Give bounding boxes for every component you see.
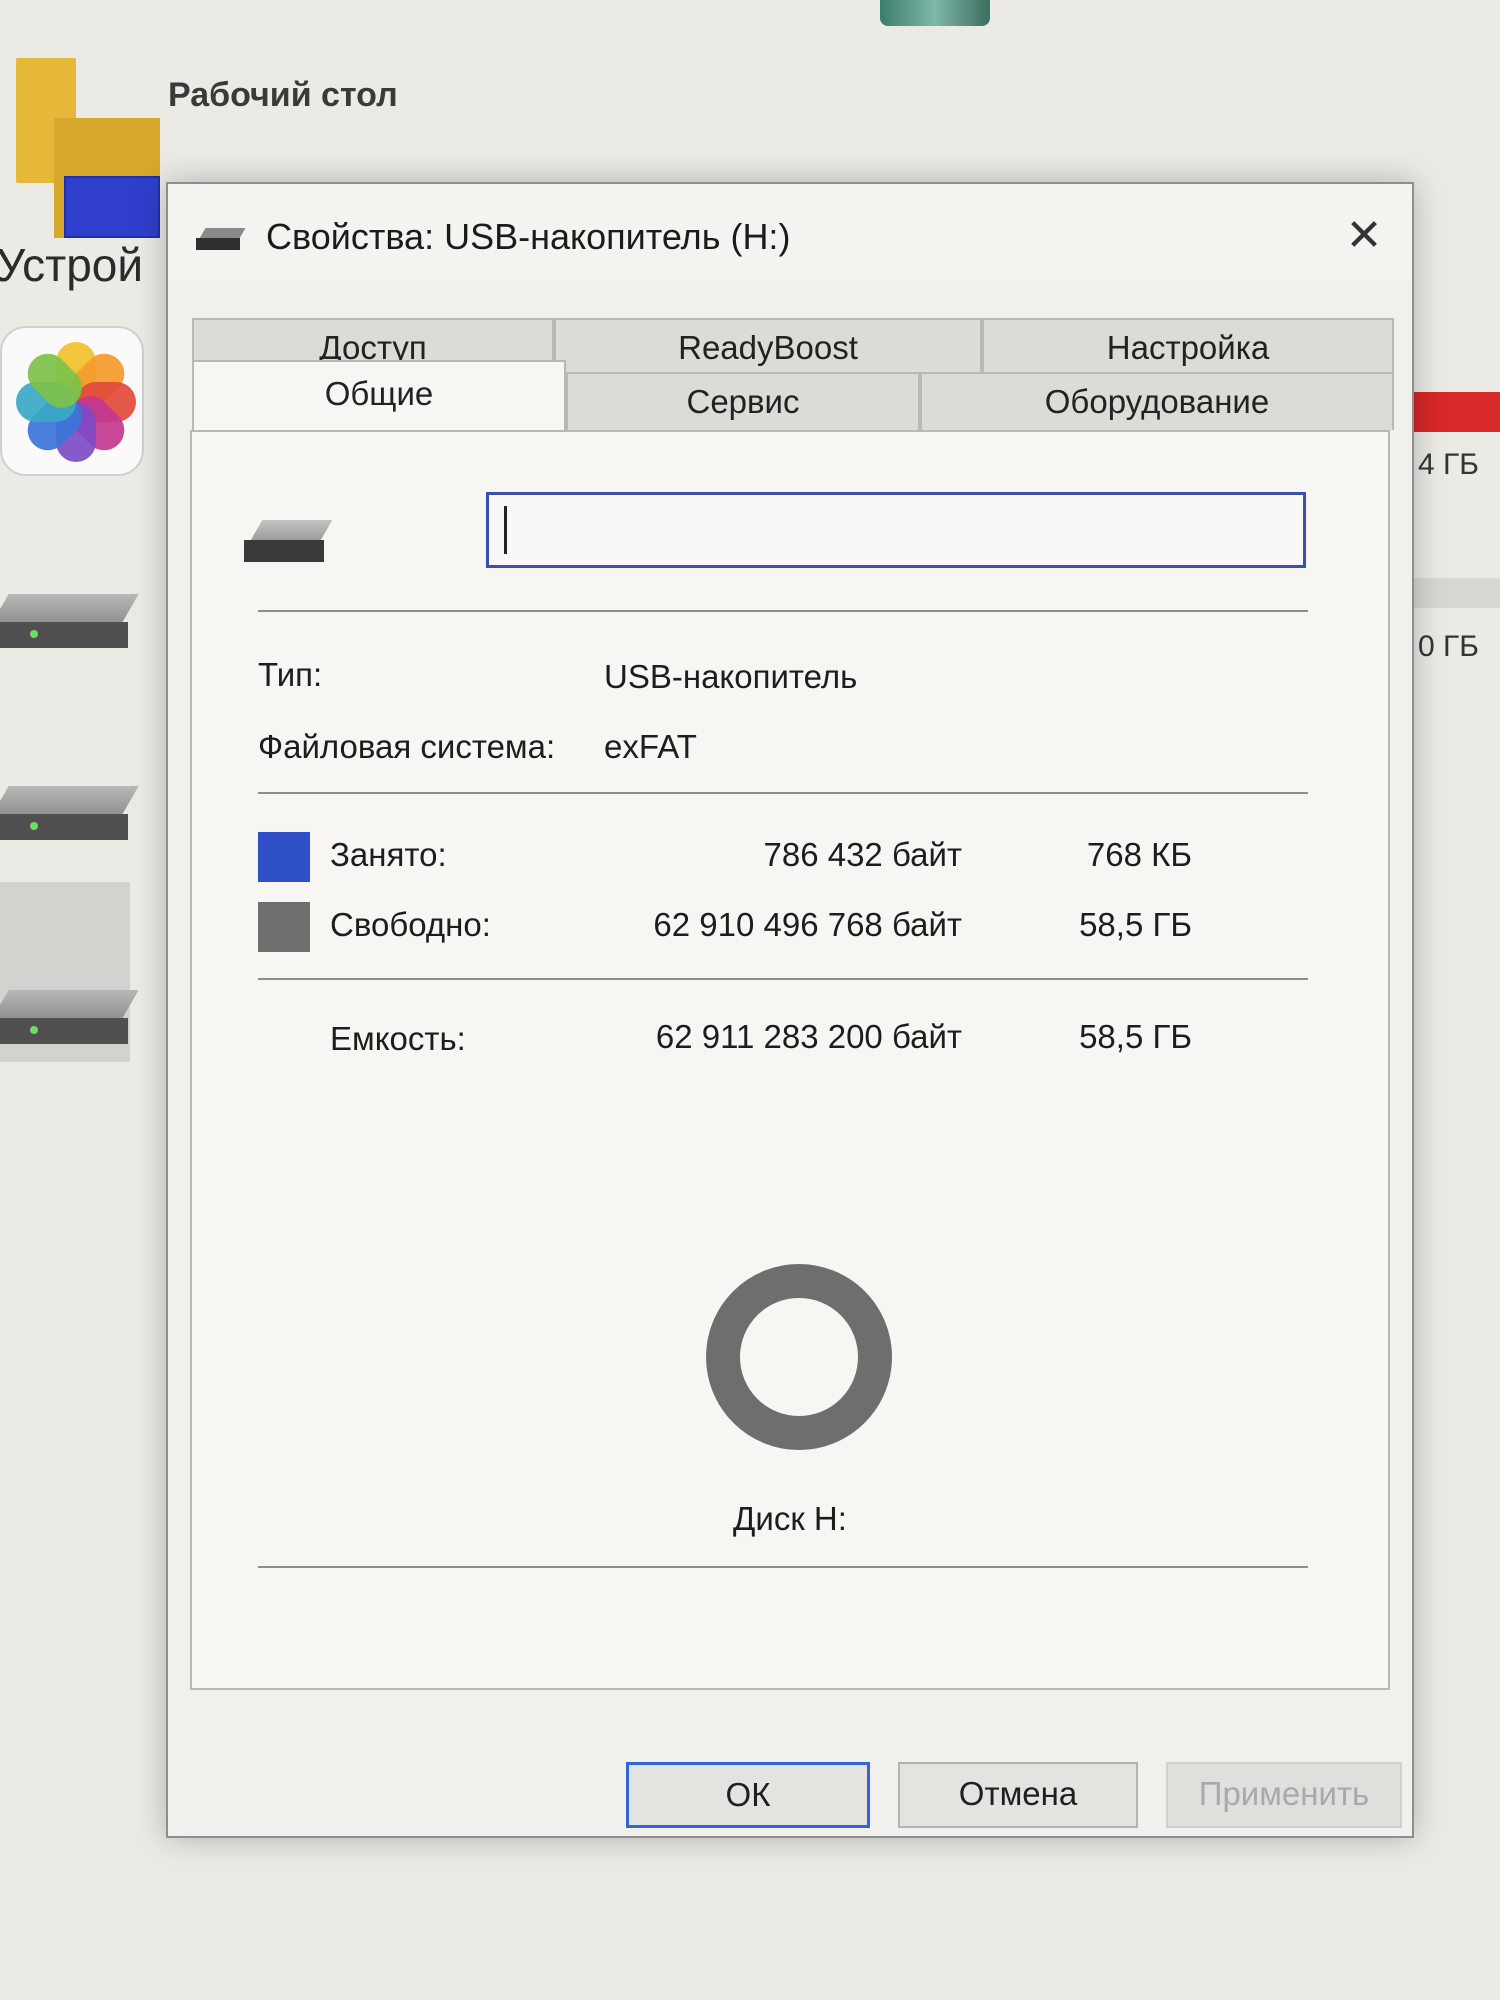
general-tab-panel: Тип: USB-накопитель Файловая система: ex… bbox=[190, 430, 1390, 1690]
filesystem-value: exFAT bbox=[604, 728, 697, 765]
ok-button[interactable]: ОК bbox=[626, 1762, 870, 1828]
drive-size-text: 0 ГБ bbox=[1418, 630, 1479, 663]
donut-free-segment bbox=[706, 1264, 892, 1450]
separator bbox=[258, 978, 1308, 980]
tab-customize[interactable]: Настройка bbox=[982, 318, 1394, 376]
disk-usage-donut bbox=[706, 1264, 892, 1450]
drive-size-text: 4 ГБ bbox=[1418, 448, 1479, 481]
desktop-folder-icon[interactable] bbox=[12, 58, 160, 238]
top-folder-icon bbox=[880, 0, 990, 26]
type-label: Тип: bbox=[258, 656, 323, 693]
drive-icon[interactable] bbox=[0, 990, 140, 1048]
tab-general[interactable]: Общие bbox=[192, 360, 566, 430]
properties-dialog: Свойства: USB-накопитель (H:) ✕ Доступ R… bbox=[166, 182, 1414, 1838]
drive-icon[interactable] bbox=[0, 594, 140, 652]
usb-drive-icon bbox=[244, 520, 333, 566]
cancel-button[interactable]: Отмена bbox=[898, 1762, 1138, 1828]
used-space-size: 768 КБ bbox=[1086, 836, 1192, 873]
separator bbox=[258, 610, 1308, 612]
separator bbox=[258, 792, 1308, 794]
free-space-size: 58,5 ГБ bbox=[1079, 906, 1192, 943]
apply-button[interactable]: Применить bbox=[1166, 1762, 1402, 1828]
volume-label-input[interactable] bbox=[486, 492, 1306, 568]
devices-section-label: Устрой bbox=[0, 239, 144, 291]
disk-label: Диск H: bbox=[733, 1500, 847, 1537]
tab-row-front: Общие Сервис Оборудование bbox=[192, 360, 1394, 430]
drive-icon[interactable] bbox=[0, 786, 140, 844]
free-space-swatch bbox=[258, 902, 310, 952]
used-space-swatch bbox=[258, 832, 310, 882]
filesystem-label: Файловая система: bbox=[258, 728, 556, 765]
title-bar[interactable]: Свойства: USB-накопитель (H:) ✕ bbox=[168, 184, 1412, 280]
separator bbox=[258, 1566, 1308, 1568]
tab-hardware[interactable]: Оборудование bbox=[920, 372, 1394, 430]
drive-usage-bar bbox=[1412, 392, 1500, 432]
dialog-title: Свойства: USB-накопитель (H:) bbox=[266, 216, 791, 257]
photos-app-icon[interactable] bbox=[0, 326, 144, 476]
free-space-label: Свободно: bbox=[330, 906, 491, 943]
usb-drive-icon bbox=[196, 228, 246, 250]
close-button[interactable]: ✕ bbox=[1336, 208, 1392, 264]
type-value: USB-накопитель bbox=[604, 658, 858, 695]
free-space-bytes: 62 910 496 768 байт bbox=[653, 906, 962, 943]
tab-tools[interactable]: Сервис bbox=[566, 372, 920, 430]
capacity-size: 58,5 ГБ bbox=[1079, 1018, 1192, 1055]
capacity-bytes: 62 911 283 200 байт bbox=[655, 1018, 962, 1055]
desktop-folder-label[interactable]: Рабочий стол bbox=[168, 76, 398, 115]
capacity-label: Емкость: bbox=[330, 1020, 466, 1057]
used-space-bytes: 786 432 байт bbox=[763, 836, 963, 873]
used-space-label: Занято: bbox=[330, 836, 447, 873]
tab-readyboost[interactable]: ReadyBoost bbox=[554, 318, 982, 376]
drive-usage-bar bbox=[1412, 578, 1500, 608]
text-caret bbox=[504, 506, 507, 554]
